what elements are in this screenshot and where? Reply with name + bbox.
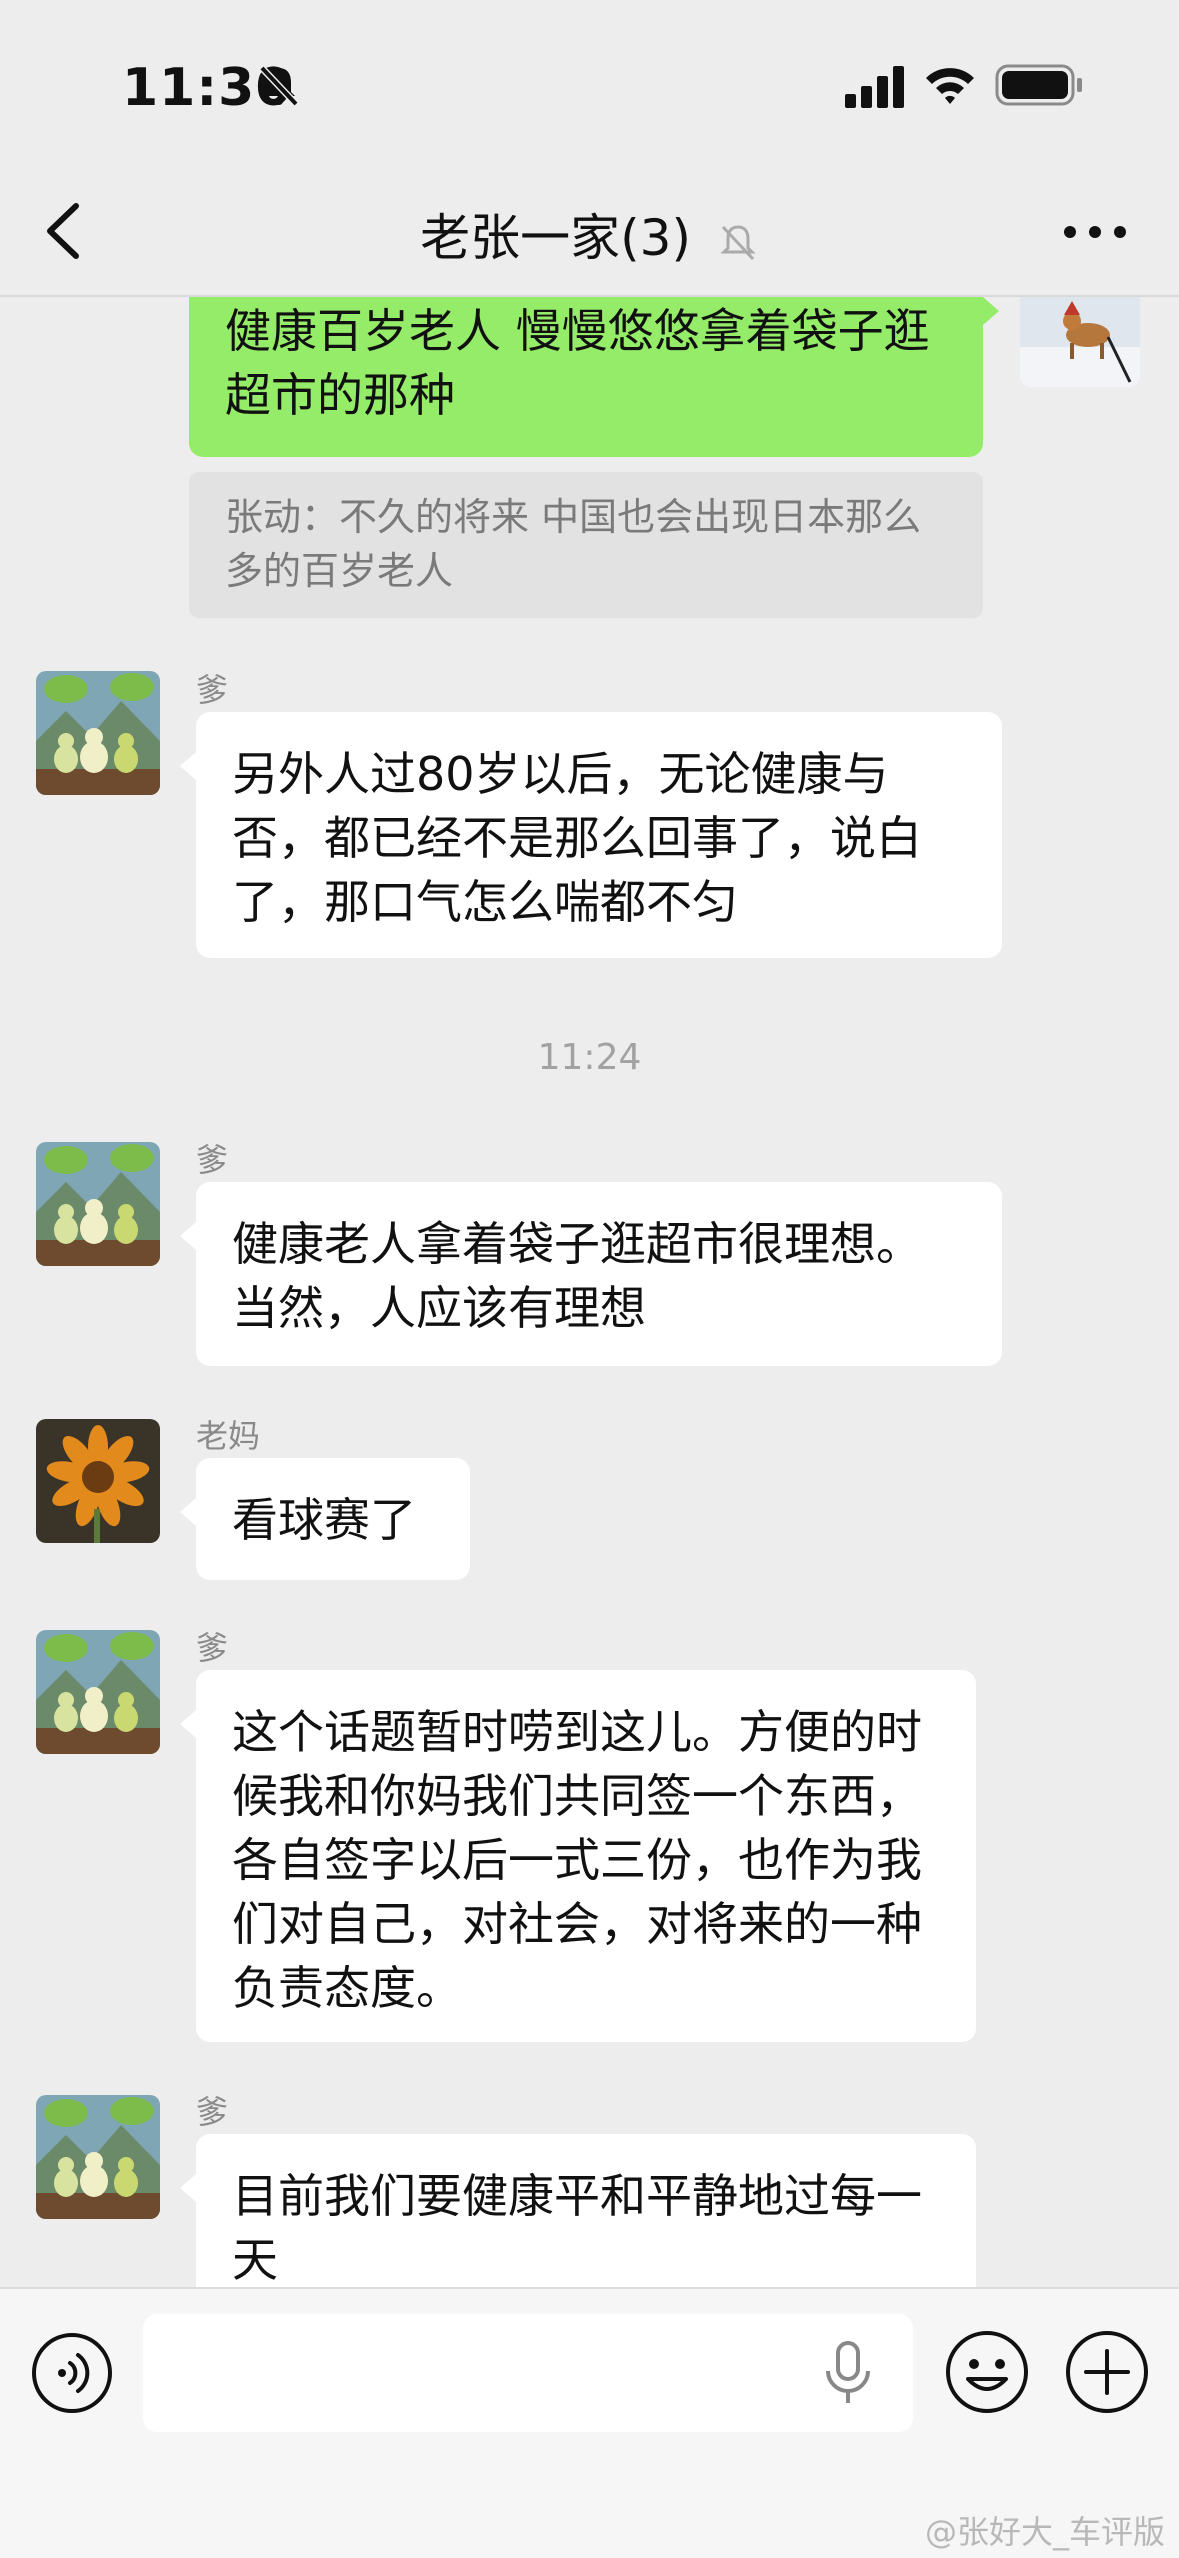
avatar-dad[interactable] xyxy=(36,1630,160,1754)
gourd-avatar-image xyxy=(36,1630,160,1754)
sunflower-avatar-image xyxy=(36,1419,160,1543)
my-avatar[interactable] xyxy=(1020,297,1140,387)
sender-name: 爹 xyxy=(196,671,229,709)
avatar-dad[interactable] xyxy=(36,671,160,795)
sender-name: 老妈 xyxy=(196,1417,261,1455)
mic-icon[interactable] xyxy=(820,2339,876,2409)
message-input[interactable] xyxy=(143,2314,913,2432)
message-text: 健康百岁老人 慢慢悠悠拿着袋子逛超市的那种 xyxy=(225,304,930,422)
outgoing-message[interactable]: 健康百岁老人 慢慢悠悠拿着袋子逛超市的那种 xyxy=(189,297,999,457)
message-list: 健康百岁老人 慢慢悠悠拿着袋子逛超市的那种 张动：不久的将来 中国也会出现日本那… xyxy=(0,297,1179,2287)
quoted-message[interactable]: 张动：不久的将来 中国也会出现日本那么多的百岁老人 xyxy=(189,472,983,618)
message-text: 目前我们要健康平和平静地过每一天 xyxy=(232,2169,922,2287)
wifi-icon xyxy=(926,68,974,104)
avatar-dad[interactable] xyxy=(36,2095,160,2219)
quote-text: 张动：不久的将来 中国也会出现日本那么多的百岁老人 xyxy=(225,495,922,593)
bell-off-icon xyxy=(259,65,299,107)
incoming-message[interactable]: 这个话题暂时唠到这儿。方便的时候我和你妈我们共同签一个东西，各自签字以后一式三份… xyxy=(180,1670,976,2042)
gourd-avatar-image xyxy=(36,1142,160,1266)
incoming-message[interactable]: 目前我们要健康平和平静地过每一天 xyxy=(180,2134,976,2287)
input-bar: @张好大_车评版 xyxy=(0,2287,1179,2558)
message-text: 健康老人拿着袋子逛超市很理想。当然，人应该有理想 xyxy=(232,1217,922,1335)
voice-icon[interactable] xyxy=(30,2331,114,2415)
plus-icon[interactable] xyxy=(1064,2329,1150,2415)
gourd-avatar-image xyxy=(36,671,160,795)
timestamp: 11:24 xyxy=(537,1037,642,1078)
sender-name: 爹 xyxy=(196,1629,229,1667)
battery-icon xyxy=(995,64,1082,106)
sender-name: 爹 xyxy=(196,1141,229,1179)
incoming-message[interactable]: 另外人过80岁以后，无论健康与否，都已经不是那么回事了，说白了，那口气怎么喘都不… xyxy=(180,712,1002,958)
message-text: 看球赛了 xyxy=(232,1493,416,1547)
dog-avatar-image xyxy=(1020,297,1140,387)
mute-icon xyxy=(720,224,756,260)
emoji-icon[interactable] xyxy=(944,2329,1030,2415)
more-icon[interactable] xyxy=(1060,208,1130,256)
status-bar: 11:30 xyxy=(0,0,1179,170)
message-text: 这个话题暂时唠到这儿。方便的时候我和你妈我们共同签一个东西，各自签字以后一式三份… xyxy=(232,1705,922,2015)
message-text: 另外人过80岁以后，无论健康与否，都已经不是那么回事了，说白了，那口气怎么喘都不… xyxy=(232,747,922,929)
avatar-dad[interactable] xyxy=(36,1142,160,1266)
watermark: @张好大_车评版 xyxy=(924,2513,1165,2551)
sender-name: 爹 xyxy=(196,2093,229,2131)
avatar-mom[interactable] xyxy=(36,1419,160,1543)
chat-header: 老张一家(3) xyxy=(0,170,1179,297)
gourd-avatar-image xyxy=(36,2095,160,2219)
chat-title: 老张一家(3) xyxy=(0,198,1179,270)
signal-icon xyxy=(845,66,904,108)
chat-title-text: 老张一家(3) xyxy=(420,209,691,267)
incoming-message[interactable]: 健康老人拿着袋子逛超市很理想。当然，人应该有理想 xyxy=(180,1182,1002,1366)
incoming-message[interactable]: 看球赛了 xyxy=(180,1458,470,1580)
